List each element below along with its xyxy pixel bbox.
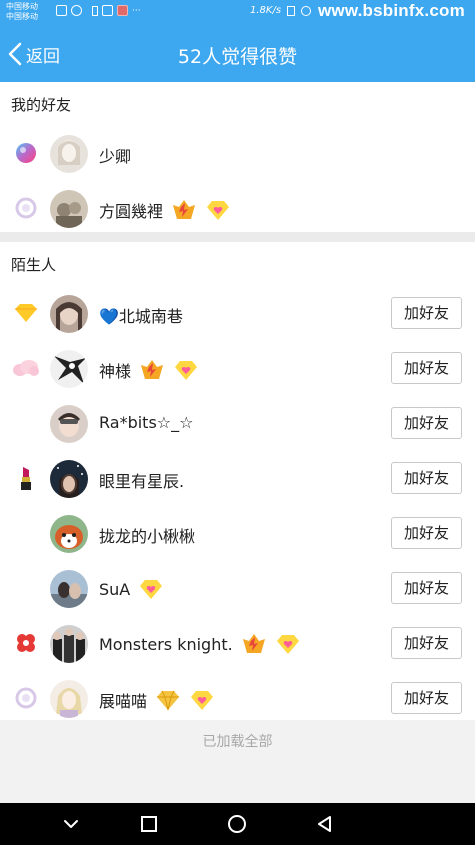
back-triangle-icon[interactable] bbox=[314, 813, 336, 835]
stranger-name-label: 展喵喵 bbox=[99, 692, 148, 711]
notification-doc-icon bbox=[102, 5, 113, 16]
battery-small-icon bbox=[92, 5, 98, 16]
avatar[interactable] bbox=[50, 460, 88, 498]
carrier-2-label: 中国移动 bbox=[6, 12, 38, 21]
friends-section-title: 我的好友 bbox=[11, 96, 72, 114]
carrier-info: 中国移动 中国移动 bbox=[6, 2, 38, 22]
lipstick-icon bbox=[12, 464, 40, 492]
diamond-icon bbox=[12, 299, 40, 327]
title-bar: 返回 52人觉得很赞 bbox=[0, 26, 475, 82]
stranger-row[interactable]: SuA 加好友 bbox=[0, 561, 475, 616]
stranger-name-label: Monsters knight. bbox=[99, 634, 233, 654]
stranger-row[interactable]: Ra*bits☆_☆ 加好友 bbox=[0, 396, 475, 451]
stranger-row[interactable]: 眼里有星辰. 加好友 bbox=[0, 451, 475, 506]
notification-circle-icon bbox=[71, 5, 82, 16]
stranger-name: SuA bbox=[99, 578, 164, 600]
diamond-heart-badge-icon bbox=[175, 361, 198, 380]
stranger-name-label: 神様 bbox=[99, 362, 132, 381]
friend-name-label: 方圓幾裡 bbox=[99, 202, 164, 221]
add-friend-button[interactable]: 加好友 bbox=[391, 297, 462, 329]
diamond-heart-badge-icon bbox=[276, 635, 299, 654]
stranger-row[interactable]: 💙北城南巷 加好友 bbox=[0, 286, 475, 341]
notification-red-app-icon bbox=[117, 5, 128, 16]
strangers-section-title: 陌生人 bbox=[11, 256, 57, 274]
stranger-row[interactable]: 神様 加好友 bbox=[0, 341, 475, 396]
status-bar: 中国移动 中国移动 ··· 1.8K/s www.bsbinfx.com bbox=[0, 0, 475, 26]
ring-icon bbox=[12, 684, 40, 712]
more-notifications-label: ··· bbox=[132, 5, 141, 16]
stranger-name: 拢龙的小楸楸 bbox=[99, 523, 195, 547]
stranger-row[interactable]: 展喵喵 加好友 bbox=[0, 671, 475, 726]
badges bbox=[171, 199, 231, 221]
collapse-chevron-icon[interactable] bbox=[60, 813, 82, 835]
notification-app-icon bbox=[56, 5, 67, 16]
stranger-name-label: 拢龙的小楸楸 bbox=[99, 527, 196, 546]
add-friend-button[interactable]: 加好友 bbox=[391, 572, 462, 604]
avatar[interactable] bbox=[50, 350, 88, 388]
flame-vip-badge-icon bbox=[173, 200, 196, 219]
stranger-row[interactable]: Monsters knight. 加好友 bbox=[0, 616, 475, 671]
badges bbox=[138, 578, 164, 600]
colorful-orb-icon bbox=[12, 139, 40, 167]
avatar[interactable] bbox=[50, 570, 88, 608]
avatar[interactable] bbox=[50, 405, 88, 443]
diamond-heart-badge-icon bbox=[191, 691, 214, 710]
stranger-row[interactable]: 拢龙的小楸楸 加好友 bbox=[0, 506, 475, 561]
stranger-name-label: 眼里有星辰. bbox=[99, 472, 185, 491]
stranger-name: 💙北城南巷 bbox=[99, 303, 183, 327]
status-right: 1.8K/s bbox=[250, 5, 312, 16]
add-friend-button[interactable]: 加好友 bbox=[391, 682, 462, 714]
ring-icon bbox=[12, 194, 40, 222]
friend-name: 方圓幾裡 bbox=[99, 198, 231, 222]
avatar[interactable] bbox=[50, 625, 88, 663]
flame-vip-badge-icon bbox=[242, 634, 265, 653]
add-friend-button[interactable]: 加好友 bbox=[391, 517, 462, 549]
home-circle-icon[interactable] bbox=[226, 813, 248, 835]
stranger-name-label: 💙北城南巷 bbox=[99, 307, 183, 326]
avatar[interactable] bbox=[50, 680, 88, 718]
avatar[interactable] bbox=[50, 135, 88, 173]
badges bbox=[139, 359, 199, 381]
stranger-name-label: SuA bbox=[99, 579, 131, 599]
page-title: 52人觉得很赞 bbox=[177, 46, 298, 68]
section-divider bbox=[0, 232, 475, 242]
add-friend-button[interactable]: 加好友 bbox=[391, 627, 462, 659]
red-knot-icon bbox=[12, 629, 40, 657]
badges bbox=[241, 633, 301, 655]
badges bbox=[155, 689, 215, 711]
avatar[interactable] bbox=[50, 515, 88, 553]
friend-row[interactable]: 方圓幾裡 bbox=[0, 181, 475, 236]
watermark-text: www.bsbinfx.com bbox=[318, 1, 465, 20]
diamond-heart-badge-icon bbox=[140, 580, 163, 599]
gold-diamond-badge-icon bbox=[157, 690, 180, 711]
add-friend-button[interactable]: 加好友 bbox=[391, 462, 462, 494]
carrier-1-label: 中国移动 bbox=[6, 2, 38, 11]
diamond-heart-badge-icon bbox=[207, 201, 230, 220]
stranger-name-label: Ra*bits☆_☆ bbox=[99, 413, 194, 432]
vibrate-icon bbox=[287, 5, 296, 16]
friend-row[interactable]: 少卿 bbox=[0, 126, 475, 181]
navigation-bar bbox=[0, 803, 475, 845]
stranger-name: 展喵喵 bbox=[99, 688, 215, 712]
notification-icons: ··· bbox=[56, 5, 141, 16]
friends-section: 我的好友 少卿 方圓幾裡 bbox=[0, 82, 475, 232]
avatar[interactable] bbox=[50, 295, 88, 333]
stranger-name: 神様 bbox=[99, 358, 199, 382]
friend-name: 少卿 bbox=[99, 143, 131, 167]
add-friend-button[interactable]: 加好友 bbox=[391, 407, 462, 439]
stranger-name: Ra*bits☆_☆ bbox=[99, 413, 193, 432]
recents-square-icon[interactable] bbox=[138, 813, 160, 835]
network-speed-label: 1.8K/s bbox=[250, 5, 282, 16]
loaded-all-label: 已加载全部 bbox=[202, 734, 273, 750]
add-friend-button[interactable]: 加好友 bbox=[391, 352, 462, 384]
avatar[interactable] bbox=[50, 190, 88, 228]
friend-name-label: 少卿 bbox=[99, 147, 132, 166]
stranger-name: Monsters knight. bbox=[99, 633, 301, 655]
flame-vip-badge-icon bbox=[141, 360, 164, 379]
strangers-section: 陌生人 💙北城南巷 加好友 神様 加好友 Ra*bits☆_☆ 加好友 眼里有星… bbox=[0, 242, 475, 720]
stranger-name: 眼里有星辰. bbox=[99, 468, 184, 492]
alarm-icon bbox=[301, 5, 312, 16]
pink-cloud-icon bbox=[12, 354, 40, 382]
